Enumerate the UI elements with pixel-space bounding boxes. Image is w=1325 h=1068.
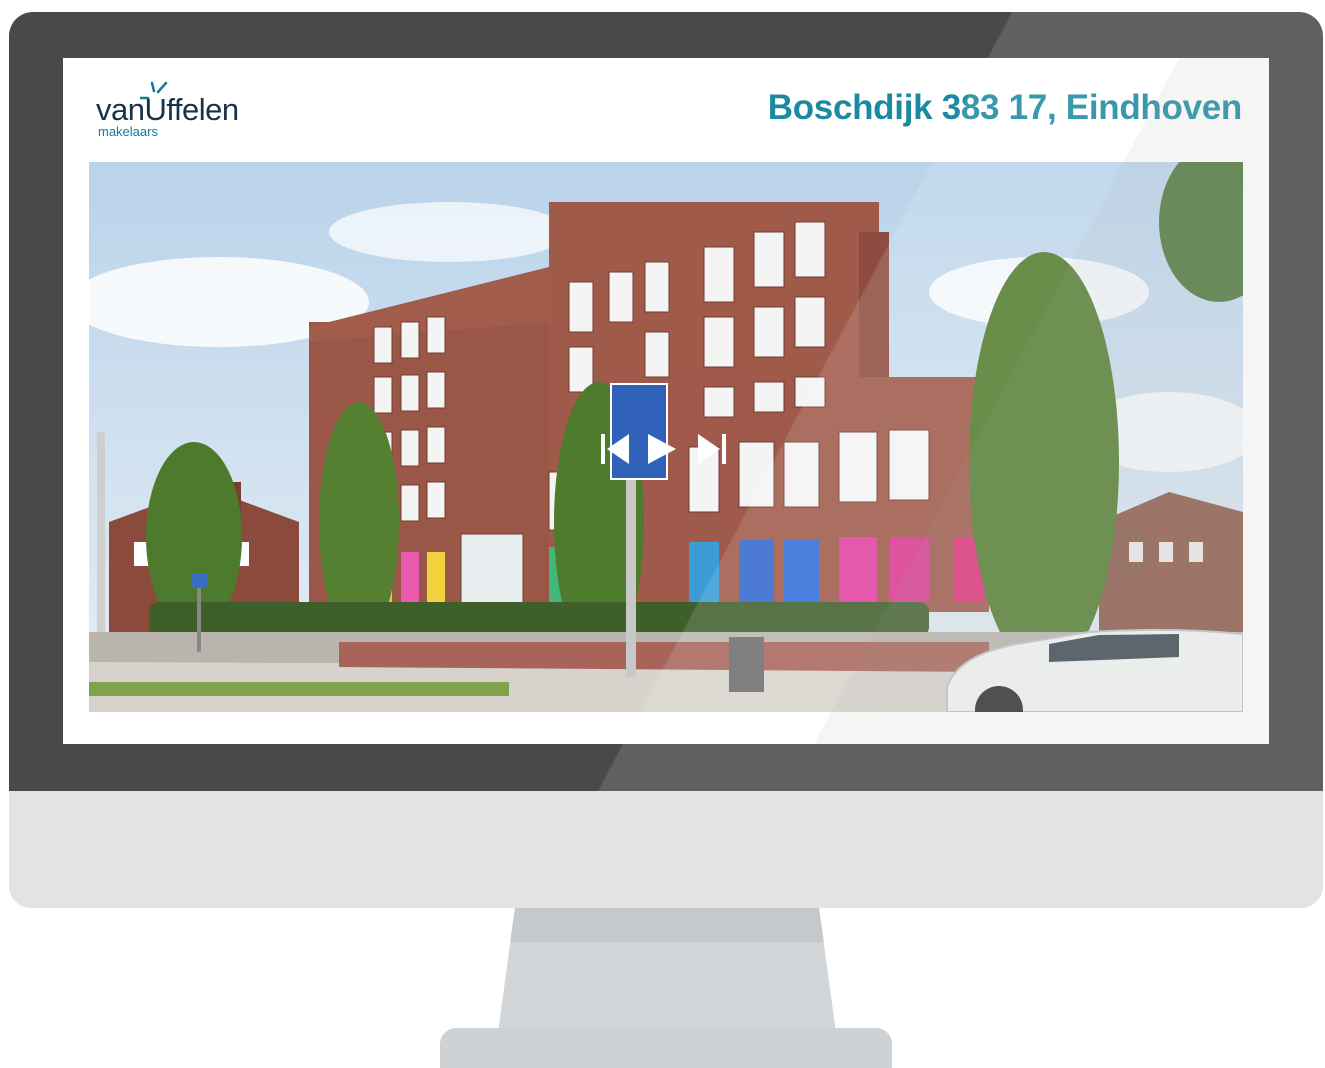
monitor-stand-shadow (510, 908, 824, 942)
last-icon[interactable] (694, 432, 728, 466)
first-icon[interactable] (599, 432, 633, 466)
slider-controls (599, 432, 729, 472)
logo-wordmark: vanUffelen (96, 92, 239, 127)
monitor-stand-base (440, 1028, 892, 1068)
property-photo[interactable] (89, 162, 1243, 712)
monitor-chin (9, 791, 1323, 908)
logo-subtitle: makelaars (98, 124, 158, 139)
page-title: Boschdijk 383 17, Eindhoven (767, 88, 1243, 127)
screen: vanUffelen makelaars Boschdijk 383 17, E… (63, 58, 1269, 744)
next-icon[interactable] (646, 432, 678, 466)
logo[interactable]: vanUffelen makelaars (96, 80, 266, 140)
